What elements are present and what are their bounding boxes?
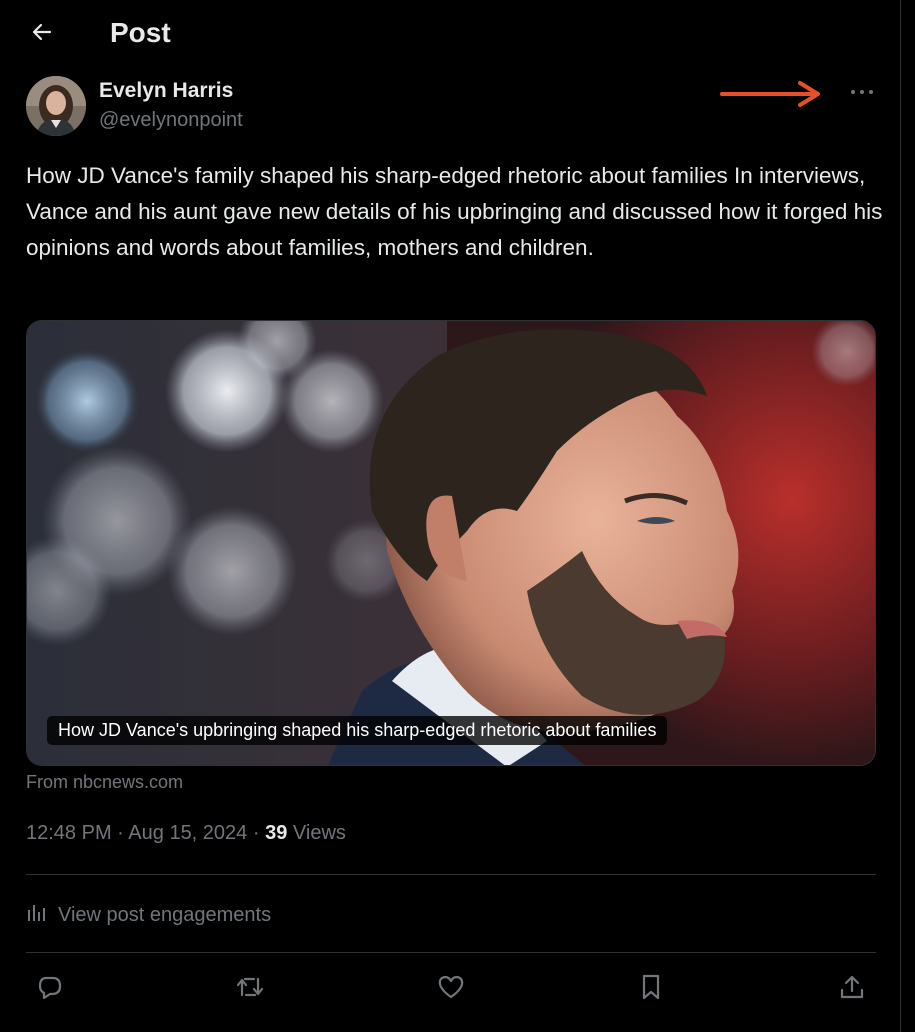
more-dots-icon — [850, 83, 874, 101]
bookmark-icon — [638, 973, 664, 1006]
bar-chart-icon — [26, 901, 48, 929]
post-time[interactable]: 12:48 PM — [26, 822, 112, 844]
views-label: Views — [292, 822, 346, 844]
author-handle[interactable]: @evelynonpoint — [99, 109, 243, 132]
views-count: 39 — [265, 822, 288, 844]
page-title: Post — [110, 17, 171, 48]
repost-button[interactable] — [228, 968, 272, 1010]
engagements-label: View post engagements — [58, 903, 272, 926]
heart-icon — [437, 973, 465, 1006]
post-text: How JD Vance's family shaped his sharp-e… — [26, 163, 883, 260]
meta-separator: · — [252, 822, 260, 844]
reply-button[interactable] — [28, 968, 72, 1010]
divider — [26, 952, 876, 953]
card-source-link[interactable]: From nbcnews.com — [26, 772, 183, 793]
post-page: Post Evelyn Harris @evelynonpoint How JD… — [0, 0, 915, 1032]
reply-icon — [36, 973, 64, 1006]
card-caption: How JD Vance's upbringing shaped his sha… — [47, 716, 668, 745]
more-options-button[interactable] — [840, 78, 884, 106]
like-button[interactable] — [429, 968, 473, 1010]
link-card[interactable]: How JD Vance's upbringing shaped his sha… — [26, 320, 876, 766]
share-icon — [838, 973, 866, 1006]
avatar[interactable] — [26, 76, 86, 136]
action-bar — [26, 968, 876, 1010]
divider — [26, 874, 876, 875]
author-name[interactable]: Evelyn Harris — [99, 79, 233, 103]
post-meta: 12:48 PM · Aug 15, 2024 · 39 Views — [26, 822, 346, 845]
bookmark-button[interactable] — [629, 968, 673, 1010]
card-image — [27, 321, 875, 765]
arrow-left-icon — [30, 20, 54, 49]
page-header: Post — [0, 0, 900, 68]
repost-icon — [235, 973, 265, 1006]
share-button[interactable] — [830, 968, 874, 1010]
back-button[interactable] — [22, 14, 62, 54]
post-date[interactable]: Aug 15, 2024 — [128, 822, 247, 844]
red-arrow-icon — [720, 81, 820, 107]
view-engagements-button[interactable]: View post engagements — [26, 900, 271, 930]
column-border — [900, 0, 901, 1032]
meta-separator: · — [117, 822, 124, 844]
